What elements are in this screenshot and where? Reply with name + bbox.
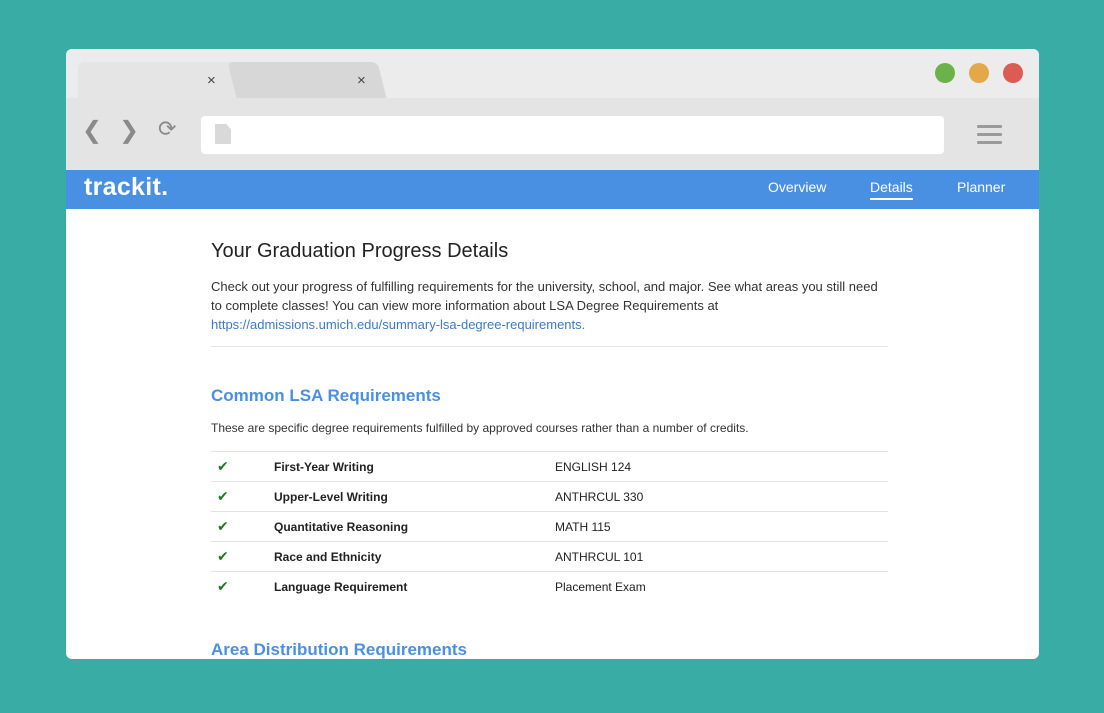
common-requirements-title: Common LSA Requirements: [211, 386, 441, 405]
nav-overview[interactable]: Overview: [768, 179, 826, 195]
requirement-course: MATH 115: [555, 520, 611, 534]
check-icon: ✔: [217, 458, 229, 474]
table-row: ✔ Language Requirement Placement Exam: [211, 571, 888, 601]
forward-icon[interactable]: ❯: [119, 118, 139, 144]
page-icon: [215, 124, 231, 144]
requirement-name: Language Requirement: [274, 580, 408, 594]
divider: [211, 346, 888, 347]
requirements-table: ✔ First-Year Writing ENGLISH 124 ✔ Upper…: [211, 451, 888, 601]
nav-details[interactable]: Details: [870, 179, 913, 200]
page-title: Your Graduation Progress Details: [211, 240, 509, 262]
check-icon: ✔: [217, 578, 229, 594]
intro-paragraph: Check out your progress of fulfilling re…: [211, 279, 878, 313]
requirement-course: ENGLISH 124: [555, 460, 632, 474]
table-row: ✔ Upper-Level Writing ANTHRCUL 330: [211, 481, 888, 511]
area-requirements-title: Area Distribution Requirements: [211, 640, 467, 659]
common-requirements-description: These are specific degree requirements f…: [211, 421, 749, 435]
check-icon: ✔: [217, 488, 229, 504]
browser-window: × × ❮ ❯ ⟳ trackit. Overview Details Plan…: [66, 49, 1039, 659]
lsa-requirements-link[interactable]: https://admissions.umich.edu/summary-lsa…: [211, 317, 585, 332]
app-header: trackit. Overview Details Planner: [66, 170, 1039, 209]
requirement-course: Placement Exam: [555, 580, 646, 594]
app-logo[interactable]: trackit.: [84, 173, 168, 202]
reload-icon[interactable]: ⟳: [158, 116, 176, 142]
window-yellow-button[interactable]: [969, 63, 989, 83]
requirement-name: First-Year Writing: [274, 460, 374, 474]
table-row: ✔ Race and Ethnicity ANTHRCUL 101: [211, 541, 888, 571]
window-red-button[interactable]: [1003, 63, 1023, 83]
requirement-course: ANTHRCUL 101: [555, 550, 644, 564]
table-row: ✔ First-Year Writing ENGLISH 124: [211, 451, 888, 481]
requirement-name: Quantitative Reasoning: [274, 520, 409, 534]
menu-icon[interactable]: [977, 125, 1002, 145]
intro-text: Check out your progress of fulfilling re…: [211, 277, 891, 334]
requirement-name: Race and Ethnicity: [274, 550, 382, 564]
check-icon: ✔: [217, 518, 229, 534]
table-row: ✔ Quantitative Reasoning MATH 115: [211, 511, 888, 541]
back-icon[interactable]: ❮: [82, 118, 102, 144]
browser-toolbar: ❮ ❯ ⟳: [66, 98, 1039, 170]
tab-close-icon[interactable]: ×: [357, 73, 366, 88]
requirement-course: ANTHRCUL 330: [555, 490, 644, 504]
nav-planner[interactable]: Planner: [957, 179, 1005, 195]
tab-bar: × ×: [66, 49, 1039, 98]
requirement-name: Upper-Level Writing: [274, 490, 388, 504]
address-bar[interactable]: [201, 116, 944, 154]
tab-close-icon[interactable]: ×: [207, 73, 216, 88]
check-icon: ✔: [217, 548, 229, 564]
window-green-button[interactable]: [935, 63, 955, 83]
